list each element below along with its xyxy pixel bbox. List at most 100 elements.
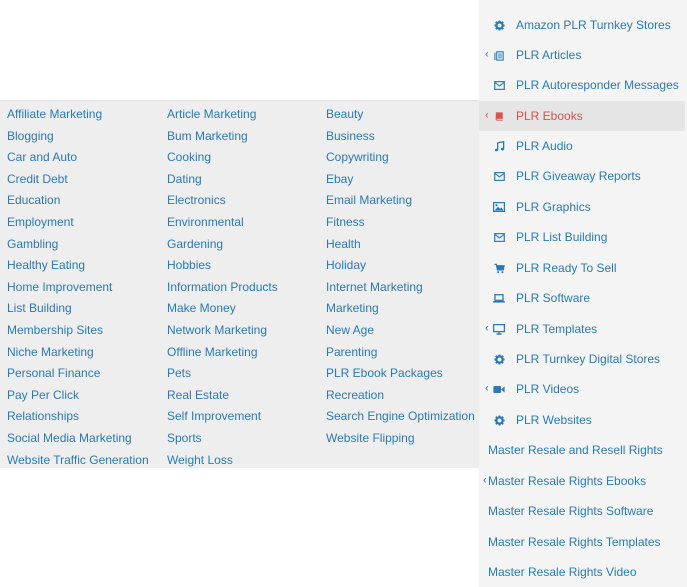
sidebar-item-plr-autoresponder-messages[interactable]: PLR Autoresponder Messages <box>479 70 685 100</box>
gear-icon <box>493 353 505 365</box>
submenu-link[interactable]: Personal Finance <box>7 366 100 380</box>
submenu-link[interactable]: Fitness <box>326 215 365 229</box>
sidebar-item-plr-ready-to-sell[interactable]: PLR Ready To Sell <box>479 253 685 283</box>
gear-icon <box>493 414 505 426</box>
sidebar-item-master-resale-and-resell-rights[interactable]: Master Resale and Resell Rights <box>479 435 685 465</box>
envelope-icon <box>493 231 505 243</box>
sidebar-item-plr-websites[interactable]: PLR Websites <box>479 405 685 435</box>
submenu-link[interactable]: New Age <box>326 323 374 337</box>
submenu-link[interactable]: Social Media Marketing <box>7 431 132 445</box>
submenu-link[interactable]: Membership Sites <box>7 323 103 337</box>
music-icon <box>493 140 505 152</box>
submenu-link[interactable]: Employment <box>7 215 74 229</box>
submenu-link[interactable]: Internet Marketing <box>326 280 423 294</box>
sidebar-item-label: PLR Giveaway Reports <box>516 169 641 183</box>
submenu-caret-icon: ‹ <box>485 382 489 395</box>
submenu-link[interactable]: List Building <box>7 301 72 315</box>
submenu-link[interactable]: Weight Loss <box>167 453 233 467</box>
submenu-link[interactable]: Parenting <box>326 345 377 359</box>
submenu-link[interactable]: Gambling <box>7 237 58 251</box>
submenu-link[interactable]: Holiday <box>326 258 366 272</box>
sidebar-item-master-resale-rights-video[interactable]: Master Resale Rights Video <box>479 557 685 587</box>
submenu-link[interactable]: Marketing <box>326 301 379 315</box>
submenu-link[interactable]: Pets <box>167 366 191 380</box>
submenu-link[interactable]: Blogging <box>7 129 54 143</box>
sidebar-item-label: PLR Articles <box>516 48 582 62</box>
cart-icon <box>493 262 505 274</box>
submenu-link[interactable]: Business <box>326 129 375 143</box>
submenu-link[interactable]: Credit Debt <box>7 172 68 186</box>
sidebar-item-amazon-plr-turnkey-stores[interactable]: Amazon PLR Turnkey Stores <box>479 10 685 40</box>
submenu-link[interactable]: Pay Per Click <box>7 388 79 402</box>
envelope-icon <box>493 79 505 91</box>
sidebar-item-plr-graphics[interactable]: PLR Graphics <box>479 192 685 222</box>
sidebar-item-label: Master Resale Rights Video <box>488 565 637 579</box>
submenu-caret-icon: ‹ <box>485 109 489 122</box>
submenu-link[interactable]: Niche Marketing <box>7 345 94 359</box>
sidebar-item-plr-giveaway-reports[interactable]: PLR Giveaway Reports <box>479 161 685 191</box>
submenu-link[interactable]: Ebay <box>326 172 353 186</box>
envelope-icon <box>493 170 505 182</box>
submenu-link[interactable]: Sports <box>167 431 202 445</box>
sidebar-item-plr-videos[interactable]: ‹ PLR Videos <box>479 374 685 404</box>
submenu-link[interactable]: Bum Marketing <box>167 129 248 143</box>
submenu-link[interactable]: Education <box>7 193 60 207</box>
submenu-link[interactable]: Website Flipping <box>326 431 415 445</box>
gear-icon <box>493 19 505 31</box>
submenu-link[interactable]: Offline Marketing <box>167 345 258 359</box>
sidebar-item-label: PLR Ready To Sell <box>516 261 617 275</box>
submenu-link[interactable]: Information Products <box>167 280 278 294</box>
submenu-link[interactable]: Gardening <box>167 237 223 251</box>
submenu-link[interactable]: Affiliate Marketing <box>7 107 102 121</box>
submenu-link[interactable]: Self Improvement <box>167 409 261 423</box>
sidebar-item-plr-list-building[interactable]: PLR List Building <box>479 222 685 252</box>
sidebar-item-label: PLR Turnkey Digital Stores <box>516 352 661 366</box>
sidebar-item-plr-templates[interactable]: ‹ PLR Templates <box>479 314 685 344</box>
sidebar-item-master-resale-rights-templates[interactable]: Master Resale Rights Templates <box>479 527 685 557</box>
submenu-link[interactable]: Environmental <box>167 215 244 229</box>
sidebar-item-label: PLR Videos <box>516 382 580 396</box>
submenu-link[interactable]: PLR Ebook Packages <box>326 366 443 380</box>
submenu-link[interactable]: Electronics <box>167 193 226 207</box>
submenu-caret-icon: ‹ <box>485 322 489 335</box>
submenu-link[interactable]: Copywriting <box>326 150 389 164</box>
sidebar-item-label: Master Resale and Resell Rights <box>488 443 663 457</box>
submenu-link[interactable]: Cooking <box>167 150 211 164</box>
sidebar-item-plr-articles[interactable]: ‹ PLR Articles <box>479 40 685 70</box>
monitor-icon <box>493 323 505 335</box>
sidebar-item-label: PLR Websites <box>516 413 592 427</box>
submenu-link[interactable]: Home Improvement <box>7 280 112 294</box>
submenu-caret-icon: ‹ <box>485 48 489 61</box>
image-icon <box>493 201 505 213</box>
submenu-link[interactable]: Dating <box>167 172 202 186</box>
submenu-link[interactable]: Relationships <box>7 409 79 423</box>
sidebar-item-label: PLR Ebooks <box>516 109 583 123</box>
submenu-link[interactable]: Recreation <box>326 388 384 402</box>
sidebar-item-master-resale-rights-ebooks[interactable]: ‹ Master Resale Rights Ebooks <box>479 466 685 496</box>
submenu-link[interactable]: Real Estate <box>167 388 229 402</box>
sidebar-item-plr-turnkey-digital-stores[interactable]: PLR Turnkey Digital Stores <box>479 344 685 374</box>
submenu-link[interactable]: Beauty <box>326 107 363 121</box>
articles-icon <box>493 49 505 61</box>
book-icon <box>493 110 505 122</box>
sidebar-item-master-resale-rights-software[interactable]: Master Resale Rights Software <box>479 496 685 526</box>
sidebar-item-plr-audio[interactable]: PLR Audio <box>479 131 685 161</box>
submenu-link[interactable]: Article Marketing <box>167 107 256 121</box>
sidebar-item-plr-software[interactable]: PLR Software <box>479 283 685 313</box>
submenu-link[interactable]: Website Traffic Generation <box>7 453 149 467</box>
submenu-link[interactable]: Health <box>326 237 361 251</box>
submenu-link[interactable]: Hobbies <box>167 258 211 272</box>
sidebar-item-label: PLR Software <box>516 291 591 305</box>
submenu-link[interactable]: Car and Auto <box>7 150 77 164</box>
sidebar-item-label: PLR Graphics <box>516 200 591 214</box>
submenu-link[interactable]: Email Marketing <box>326 193 412 207</box>
submenu-link[interactable]: Healthy Eating <box>7 258 85 272</box>
submenu-link[interactable]: Make Money <box>167 301 236 315</box>
sidebar-item-label: Master Resale Rights Software <box>488 504 654 518</box>
submenu-link[interactable]: Network Marketing <box>167 323 267 337</box>
sidebar-menu: Amazon PLR Turnkey Stores ‹ PLR Articles PL… <box>479 0 687 587</box>
laptop-icon <box>493 292 505 304</box>
sidebar-item-label: PLR Autoresponder Messages <box>516 78 679 92</box>
sidebar-item-plr-ebooks[interactable]: ‹ PLR Ebooks <box>479 101 685 131</box>
submenu-link[interactable]: Search Engine Optimization <box>326 409 475 423</box>
